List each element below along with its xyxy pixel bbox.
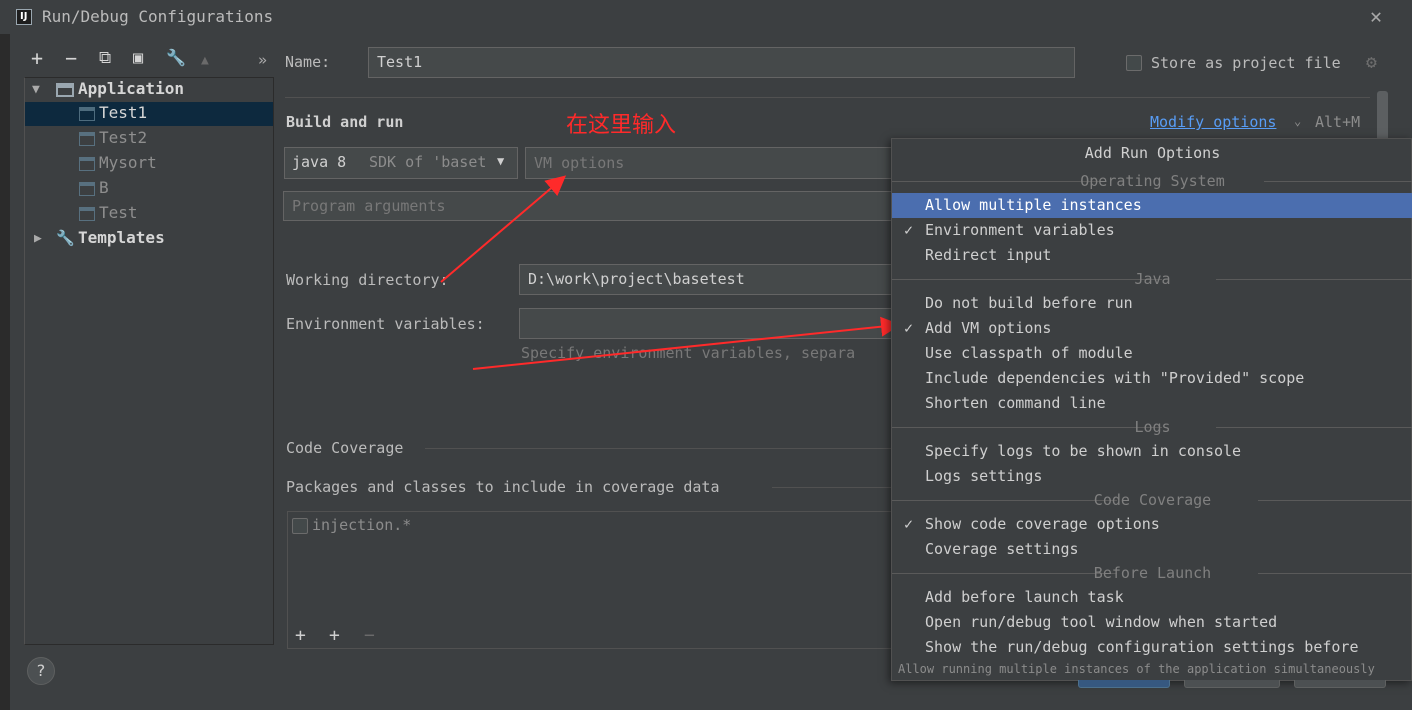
ok-button[interactable]	[1078, 680, 1170, 688]
option-shorten-command-line[interactable]: Shorten command line	[892, 391, 1412, 416]
option-label: Allow multiple instances	[925, 196, 1142, 214]
option-specify-logs[interactable]: Specify logs to be shown in console	[892, 439, 1412, 464]
option-label: Show code coverage options	[925, 515, 1160, 533]
section-label: Java	[1134, 270, 1171, 288]
option-use-classpath[interactable]: Use classpath of module	[892, 341, 1412, 366]
check-icon: ✓	[904, 221, 914, 239]
option-show-code-coverage[interactable]: ✓ Show code coverage options	[892, 512, 1412, 537]
section-logs: Logs	[892, 415, 1412, 439]
arrow-to-add-vm-options	[472, 316, 901, 370]
section-code-coverage: Code Coverage	[892, 488, 1412, 512]
section-java: Java	[892, 267, 1412, 291]
option-show-settings-before[interactable]: Show the run/debug configuration setting…	[892, 635, 1412, 660]
option-open-tool-window[interactable]: Open run/debug tool window when started	[892, 610, 1412, 635]
option-label: Use classpath of module	[925, 344, 1133, 362]
popup-title: Add Run Options	[1084, 144, 1221, 162]
help-button[interactable]: ?	[27, 657, 55, 685]
option-redirect-input[interactable]: Redirect input	[892, 243, 1412, 268]
option-logs-settings[interactable]: Logs settings	[892, 464, 1412, 489]
arrow-to-vm-options	[440, 175, 567, 283]
add-run-options-popup: Add Run Options Operating System Allow m…	[891, 138, 1412, 681]
option-label: Do not build before run	[925, 294, 1133, 312]
section-label: Before Launch	[1093, 564, 1212, 582]
option-label: Redirect input	[925, 246, 1052, 264]
section-before-launch: Before Launch	[892, 561, 1412, 585]
section-label: Code Coverage	[1093, 491, 1212, 509]
check-icon: ✓	[904, 319, 914, 337]
option-do-not-build[interactable]: Do not build before run	[892, 291, 1412, 316]
option-label: Environment variables	[925, 221, 1115, 239]
option-label: Include dependencies with "Provided" sco…	[925, 369, 1305, 387]
apply-button[interactable]	[1294, 680, 1386, 688]
option-label: Show the run/debug configuration setting…	[925, 638, 1359, 656]
option-allow-multiple-instances[interactable]: Allow multiple instances	[892, 193, 1412, 218]
option-coverage-settings[interactable]: Coverage settings	[892, 537, 1412, 562]
option-environment-variables[interactable]: ✓ Environment variables	[892, 218, 1412, 243]
option-label: Open run/debug tool window when started	[925, 613, 1278, 631]
option-label: Specify logs to be shown in console	[925, 442, 1242, 460]
option-label: Shorten command line	[925, 394, 1106, 412]
section-operating-system: Operating System	[892, 169, 1412, 193]
option-add-before-launch-task[interactable]: Add before launch task	[892, 585, 1412, 610]
option-include-provided[interactable]: Include dependencies with "Provided" sco…	[892, 366, 1412, 391]
option-label: Logs settings	[925, 467, 1043, 485]
section-label: Operating System	[1080, 172, 1225, 190]
option-label: Add before launch task	[925, 588, 1124, 606]
check-icon: ✓	[904, 515, 914, 533]
cancel-button[interactable]	[1184, 680, 1280, 688]
option-label: Add VM options	[925, 319, 1052, 337]
option-add-vm-options[interactable]: ✓ Add VM options	[892, 316, 1412, 341]
option-label: Coverage settings	[925, 540, 1079, 558]
popup-hint-text: Allow running multiple instances of the …	[898, 662, 1375, 676]
section-label: Logs	[1134, 418, 1171, 436]
